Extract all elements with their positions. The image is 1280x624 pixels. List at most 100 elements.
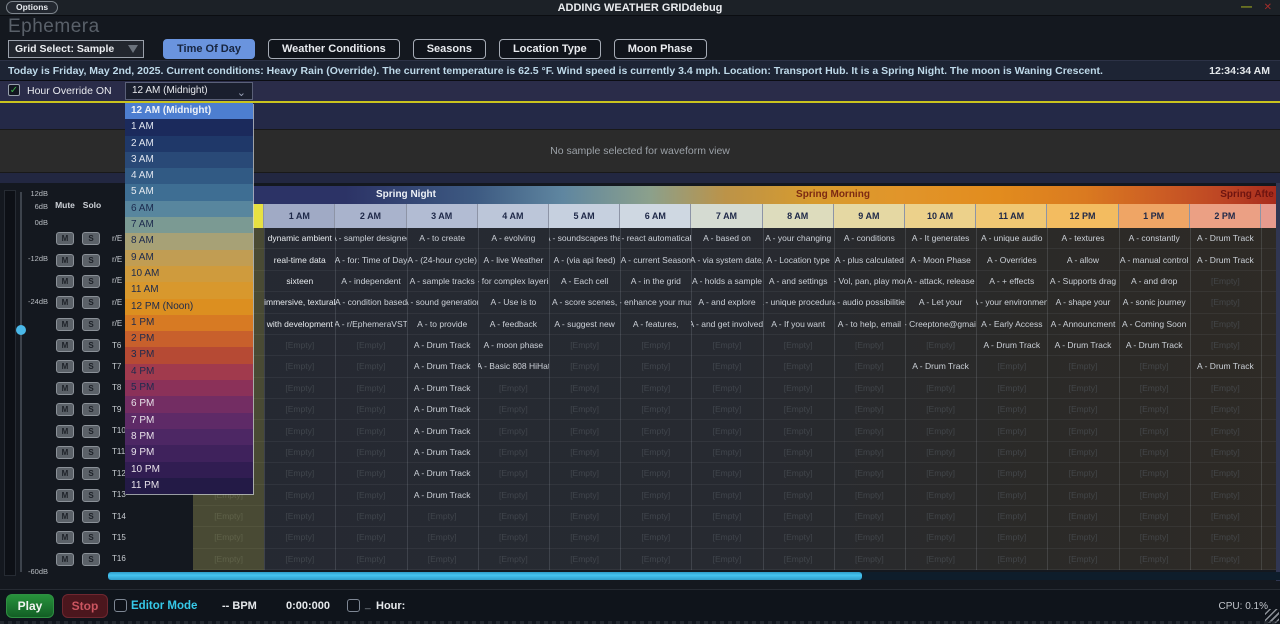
hour-checkbox[interactable] [347,599,360,612]
mute-button[interactable]: M [56,531,74,544]
grid-cell[interactable]: [Empty] [1190,335,1261,355]
grid-cell[interactable]: [Empty] [976,527,1047,547]
grid-cell[interactable]: A - Announcment [1047,314,1118,334]
grid-cell[interactable]: [Empty] [691,335,762,355]
grid-cell[interactable]: real-time data [264,249,335,269]
grid-cell[interactable]: [Empty] [691,442,762,462]
grid-cell[interactable]: [Empty] [691,356,762,376]
grid-cell[interactable]: [Empty] [264,378,335,398]
grid-cell[interactable]: [Empty] [478,399,549,419]
grid-cell[interactable]: [Empty] [335,399,406,419]
solo-button[interactable]: S [82,489,100,502]
grid-cell[interactable]: [Empty] [1119,485,1190,505]
grid-cell[interactable]: [Empty] [763,463,834,483]
solo-button[interactable]: S [82,467,100,480]
grid-cell[interactable]: A - Drum Track [407,463,478,483]
grid-cell[interactable]: [Empty] [264,485,335,505]
grid-cell[interactable]: A - Drum Track [1190,356,1261,376]
grid-cell[interactable]: A - your changing [763,228,834,248]
grid-cell[interactable]: [Empty] [976,506,1047,526]
grid-cell[interactable]: [Empty] [549,399,620,419]
grid-cell[interactable]: A - sonic journey [1119,292,1190,312]
grid-cell[interactable]: A - allow [1047,249,1118,269]
grid-cell[interactable]: [Empty] [1119,549,1190,569]
grid-cell[interactable]: [Empty] [620,549,691,569]
hour-option-12-pm-noon-[interactable]: 12 PM (Noon) [125,299,253,315]
hour-option-6-am[interactable]: 6 AM [125,201,253,217]
grid-cell[interactable]: [Empty] [763,442,834,462]
close-icon[interactable]: ✕ [1264,2,1272,13]
grid-cell[interactable]: [Empty] [407,527,478,547]
grid-cell[interactable]: [Empty] [976,442,1047,462]
grid-cell[interactable]: A - conditions [834,228,905,248]
grid-cell[interactable]: A - If you want [763,314,834,334]
grid-cell[interactable]: [Empty] [335,378,406,398]
grid-cell[interactable]: [Empty] [335,463,406,483]
hour-option-3-am[interactable]: 3 AM [125,152,253,168]
grid-cell[interactable]: [Empty] [763,356,834,376]
grid-cell[interactable]: [Empty] [834,378,905,398]
grid-cell[interactable]: [Empty] [620,335,691,355]
solo-button[interactable]: S [82,531,100,544]
grid-cell[interactable]: A - Drum Track [407,420,478,440]
grid-cell[interactable]: [Empty] [620,485,691,505]
grid-cell[interactable]: [Empty] [691,420,762,440]
grid-cell[interactable]: [Empty] [976,485,1047,505]
horizontal-scrollbar-thumb[interactable] [108,572,862,580]
hour-option-10-pm[interactable]: 10 PM [125,462,253,478]
grid-cell[interactable]: A - for complex layering [478,271,549,291]
hour-option-4-pm[interactable]: 4 PM [125,364,253,380]
mute-button[interactable]: M [56,403,74,416]
grid-cell[interactable]: [Empty] [335,420,406,440]
grid-cell[interactable]: A - Drum Track [976,335,1047,355]
grid-cell[interactable]: [Empty] [1119,420,1190,440]
grid-cell[interactable]: [Empty] [763,378,834,398]
grid-cell[interactable]: [Empty] [763,527,834,547]
grid-cell[interactable]: A - react automatically [620,228,691,248]
grid-cell[interactable]: [Empty] [620,506,691,526]
grid-cell[interactable]: A - It generates [905,228,976,248]
grid-cell[interactable]: [Empty] [763,335,834,355]
grid-cell[interactable]: [Empty] [1190,527,1261,547]
grid-cell[interactable]: [Empty] [620,442,691,462]
grid-cell[interactable]: [Empty] [905,485,976,505]
grid-cell[interactable]: [Empty] [905,399,976,419]
grid-cell[interactable]: [Empty] [335,356,406,376]
grid-cell[interactable]: A - r/EphemeraVST [335,314,406,334]
grid-cell[interactable]: [Empty] [1119,356,1190,376]
mute-button[interactable]: M [56,446,74,459]
grid-cell[interactable]: A - plus calculated [834,249,905,269]
grid-cell[interactable]: A - features, [620,314,691,334]
grid-cell[interactable]: A - in the grid [620,271,691,291]
grid-cell[interactable]: [Empty] [478,485,549,505]
grid-cell[interactable]: A - feedback [478,314,549,334]
minimize-icon[interactable]: — [1241,1,1252,13]
grid-cell[interactable]: A - attack, release [905,271,976,291]
grid-cell[interactable]: [Empty] [1047,399,1118,419]
hour-header-2-pm[interactable]: 2 PM [1190,204,1261,228]
grid-cell[interactable]: [Empty] [1190,314,1261,334]
grid-cell[interactable]: [Empty] [1190,271,1261,291]
editor-mode-checkbox[interactable] [114,599,127,612]
grid-cell[interactable]: [Empty] [691,549,762,569]
grid-cell[interactable]: [Empty] [834,506,905,526]
solo-button[interactable]: S [82,403,100,416]
grid-cell[interactable]: [Empty] [1119,527,1190,547]
hour-select-control[interactable]: 12 AM (Midnight) ⌄ [125,82,253,100]
grid-cell[interactable]: A - audio possibilities [834,292,905,312]
grid-cell[interactable]: [Empty] [335,549,406,569]
grid-cell[interactable]: [Empty] [1190,378,1261,398]
grid-cell[interactable]: A - constantly [1119,228,1190,248]
grid-cell[interactable]: A - Drum Track [407,442,478,462]
mute-button[interactable]: M [56,360,74,373]
grid-cell[interactable]: [Empty] [1047,463,1118,483]
hour-option-11-am[interactable]: 11 AM [125,282,253,298]
grid-cell[interactable]: [Empty] [549,527,620,547]
solo-button[interactable]: S [82,553,100,566]
hour-header-7-am[interactable]: 7 AM [691,204,762,228]
grid-cell[interactable]: A - Drum Track [1047,335,1118,355]
tab-moon-phase[interactable]: Moon Phase [614,39,707,59]
solo-button[interactable]: S [82,382,100,395]
grid-cell[interactable]: sixteen [264,271,335,291]
solo-button[interactable]: S [82,339,100,352]
